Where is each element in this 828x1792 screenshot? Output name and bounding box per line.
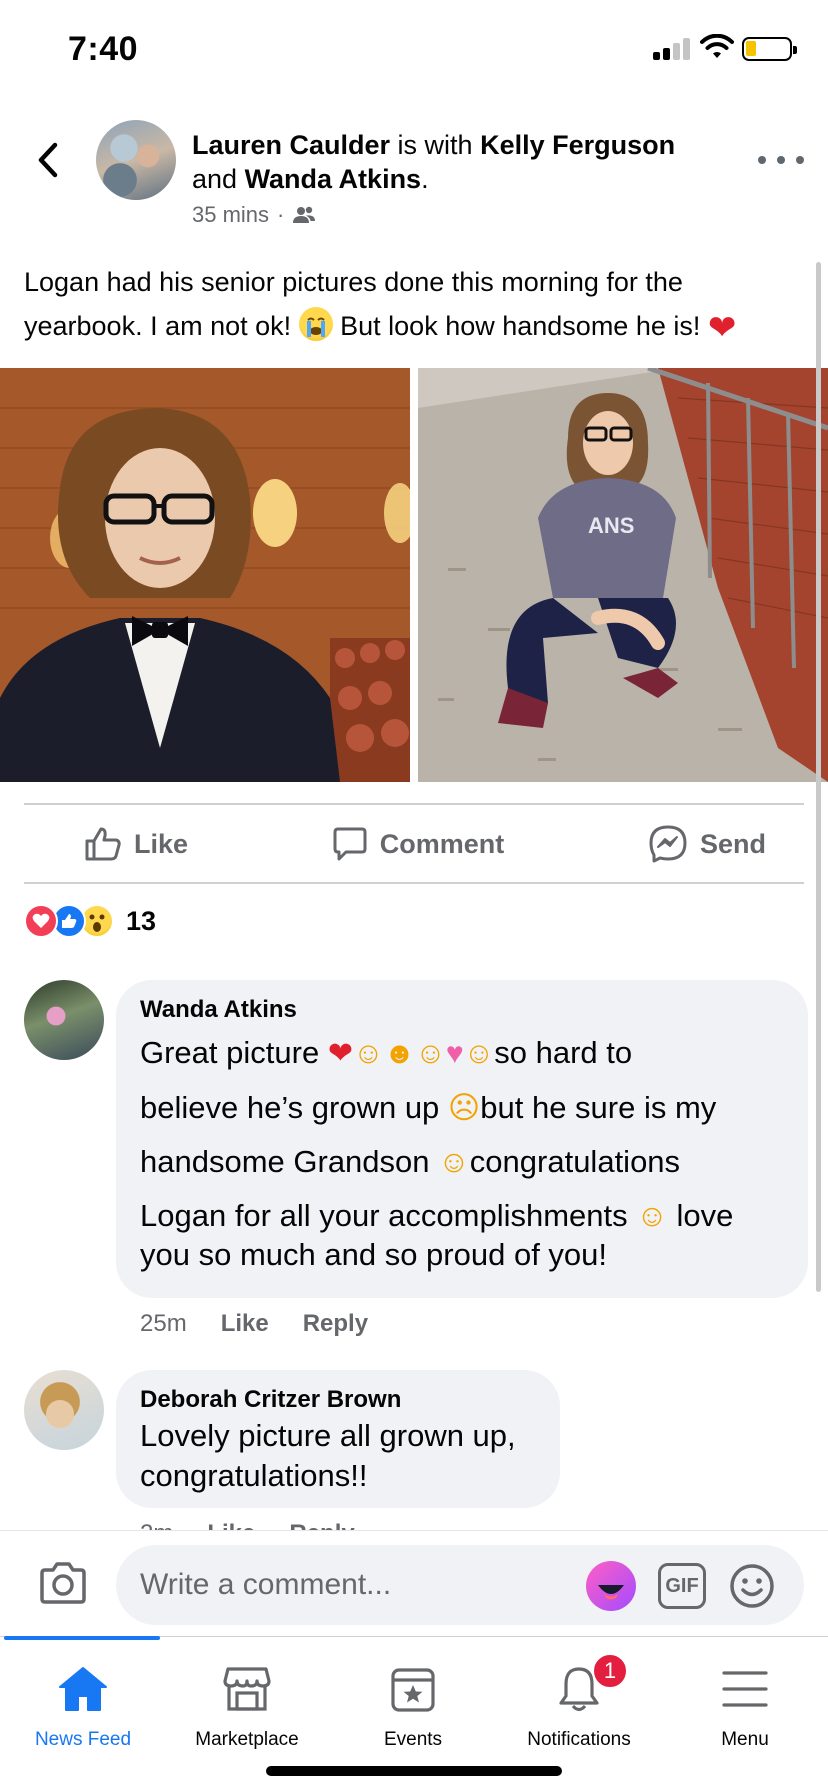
avatar[interactable] bbox=[24, 1370, 104, 1450]
smiley-icon bbox=[730, 1564, 774, 1608]
events-icon bbox=[391, 1668, 435, 1712]
marketplace-icon bbox=[223, 1667, 271, 1711]
nav-news-feed[interactable]: News Feed bbox=[0, 1657, 166, 1751]
status-bar: 7:40 bbox=[0, 0, 828, 100]
thumbs-up-icon bbox=[85, 827, 121, 861]
nav-events[interactable]: Events bbox=[330, 1657, 496, 1751]
post-action-bar: Like Comment Send bbox=[24, 805, 804, 883]
battery-icon bbox=[742, 37, 797, 61]
messenger-icon bbox=[649, 825, 687, 863]
tagged-user-2[interactable]: Wanda Atkins bbox=[245, 164, 422, 194]
chevron-left-icon bbox=[38, 142, 58, 178]
comment-icon bbox=[333, 827, 367, 861]
send-button[interactable]: Send bbox=[610, 824, 804, 864]
nav-menu[interactable]: Menu bbox=[662, 1657, 828, 1751]
status-time: 7:40 bbox=[68, 30, 139, 68]
comment-author[interactable]: Deborah Critzer Brown bbox=[140, 1386, 536, 1414]
sad-emoji-icon: ☹ bbox=[447, 1090, 481, 1125]
post-header: Lauren Caulder is with Kelly Ferguson an… bbox=[192, 130, 676, 194]
photo-tuxedo-portrait[interactable] bbox=[0, 368, 410, 782]
nav-active-indicator bbox=[4, 1636, 160, 1640]
heart-eyes-emoji-icon: ☺ bbox=[438, 1144, 470, 1179]
comment-bubble[interactable]: Deborah Critzer Brown Lovely picture all… bbox=[116, 1370, 560, 1508]
love-reaction-icon bbox=[24, 904, 58, 938]
comment-composer: GIF bbox=[0, 1530, 828, 1636]
comment-like-button[interactable]: Like bbox=[221, 1310, 269, 1338]
menu-icon bbox=[722, 1671, 768, 1707]
comment-bubble[interactable]: Wanda Atkins Great picture ❤☺☻☺♥☺so hard… bbox=[116, 980, 808, 1298]
like-button[interactable]: Like bbox=[24, 826, 226, 862]
nav-notifications[interactable]: 1 Notifications bbox=[496, 1653, 662, 1751]
post-text: Logan had his senior pictures done this … bbox=[24, 267, 737, 347]
notification-badge: 1 bbox=[592, 1653, 628, 1689]
post-time[interactable]: 35 mins bbox=[192, 202, 269, 228]
nav-marketplace[interactable]: Marketplace bbox=[164, 1657, 330, 1751]
author-avatar[interactable] bbox=[96, 120, 176, 200]
comment-text: Great picture ❤☺☻☺♥☺so hard to believe h… bbox=[140, 1035, 734, 1233]
comment-button[interactable]: Comment bbox=[294, 826, 543, 862]
back-button[interactable] bbox=[28, 138, 68, 182]
avatar[interactable] bbox=[24, 980, 104, 1060]
comment-meta: 25m Like Reply bbox=[140, 1310, 368, 1338]
composer-icons: GIF bbox=[586, 1561, 776, 1611]
smiling-hearts-emoji-icon: ☺ bbox=[636, 1198, 668, 1233]
camera-icon bbox=[40, 1562, 86, 1604]
shirt-logo-text: ANS bbox=[588, 513, 634, 538]
comment-text: Lovely picture all grown up, congratulat… bbox=[140, 1418, 516, 1493]
loudly-crying-emoji-icon bbox=[298, 307, 333, 341]
camera-button[interactable] bbox=[38, 1561, 88, 1605]
reaction-count: 13 bbox=[126, 905, 157, 936]
author-name[interactable]: Lauren Caulder bbox=[192, 130, 390, 160]
scrollbar[interactable] bbox=[816, 262, 821, 1292]
emoji-button[interactable] bbox=[728, 1562, 776, 1610]
gif-button[interactable]: GIF bbox=[658, 1563, 706, 1609]
home-icon bbox=[59, 1667, 107, 1711]
wifi-icon bbox=[700, 34, 734, 58]
avatar-sticker-button[interactable] bbox=[586, 1561, 636, 1611]
emoji-group-icon: ❤☺☻☺♥☺ bbox=[327, 1037, 495, 1070]
photo-kneeling-portrait[interactable]: ANS bbox=[418, 368, 828, 782]
reaction-summary[interactable]: 13 bbox=[24, 904, 156, 938]
home-indicator[interactable] bbox=[266, 1766, 562, 1776]
more-options-button[interactable] bbox=[758, 148, 804, 172]
divider-bottom bbox=[24, 882, 804, 884]
friends-icon bbox=[293, 206, 316, 223]
comment-author[interactable]: Wanda Atkins bbox=[140, 996, 784, 1024]
post-photos: ANS bbox=[0, 368, 828, 782]
post-meta: 35 mins · bbox=[192, 202, 316, 228]
comment-time: 25m bbox=[140, 1310, 187, 1337]
red-heart-emoji-icon: ❤ bbox=[707, 309, 737, 347]
comment-reply-button[interactable]: Reply bbox=[303, 1310, 368, 1338]
signal-icon bbox=[653, 36, 691, 60]
tagged-user-1[interactable]: Kelly Ferguson bbox=[480, 130, 675, 160]
